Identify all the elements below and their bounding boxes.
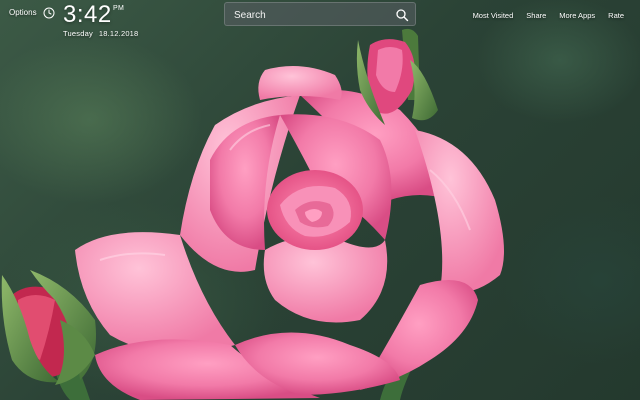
options-button[interactable]: Options — [9, 8, 37, 17]
ampm-label: PM — [113, 5, 125, 12]
more-apps-link[interactable]: More Apps — [559, 11, 595, 20]
search-box — [224, 2, 416, 26]
rate-link[interactable]: Rate — [608, 11, 624, 20]
background-wallpaper — [0, 0, 640, 400]
rose-photo — [1, 28, 504, 400]
top-nav: Most Visited Share More Apps Rate — [460, 11, 624, 20]
date-line: Tuesday 18.12.2018 — [63, 29, 138, 38]
search-icon[interactable] — [395, 8, 409, 22]
day-label: Tuesday — [63, 29, 93, 38]
share-link[interactable]: Share — [526, 11, 546, 20]
most-visited-link[interactable]: Most Visited — [473, 11, 514, 20]
clock-widget: 3:42 PM Tuesday 18.12.2018 — [63, 1, 138, 39]
time-display: 3:42 — [63, 1, 112, 28]
date-label: 18.12.2018 — [98, 29, 139, 38]
clock-icon[interactable] — [43, 6, 55, 19]
search-input[interactable] — [234, 7, 384, 23]
top-bar: Options 3:42 PM Tuesday 18.12.2018 Most V… — [0, 0, 640, 40]
